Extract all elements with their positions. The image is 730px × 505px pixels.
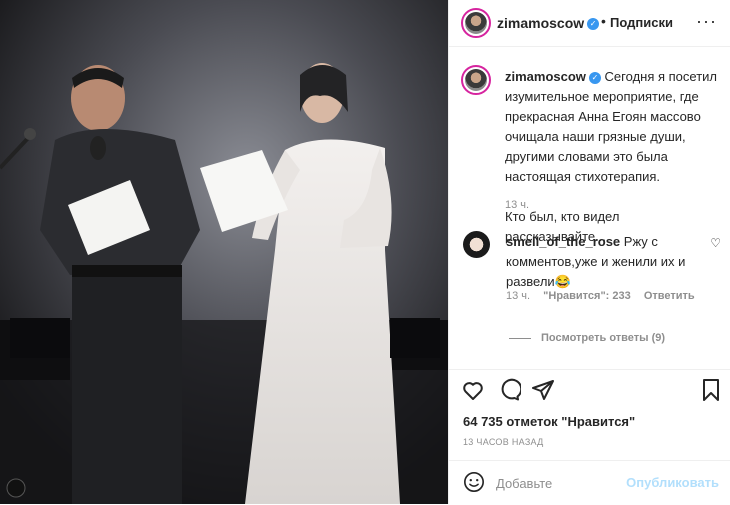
view-replies-button[interactable]: Посмотреть ответы (9) — [509, 332, 665, 344]
author-username-wrap: zimamoscow ✓ — [497, 15, 600, 33]
bookmark-icon[interactable] — [699, 378, 723, 402]
verified-icon: ✓ — [588, 71, 601, 84]
author-avatar[interactable] — [461, 8, 491, 38]
post-panel: zimamoscow ✓ • Подписки ··· zimamoscow ✓ С… — [448, 0, 730, 504]
post-photo[interactable] — [0, 0, 448, 504]
stage-photo — [0, 0, 448, 504]
caption-avatar[interactable] — [461, 65, 491, 95]
comment: smell_of_the_rose Ржу с комментов,уже и … — [506, 232, 706, 292]
following-button[interactable]: Подписки — [610, 15, 673, 30]
comment-icon[interactable] — [497, 378, 521, 402]
comment-like-heart-icon[interactable]: ♡ — [710, 236, 721, 250]
caption: zimamoscow ✓ Сегодня я посетил изумительн… — [505, 67, 719, 247]
comment-meta: 13 ч. "Нравится": 233 Ответить — [506, 290, 705, 302]
verified-icon: ✓ — [587, 17, 600, 30]
reply-button[interactable]: Ответить — [644, 290, 695, 302]
caption-text: Сегодня я посетил изумительное мероприят… — [505, 69, 718, 184]
comments-list[interactable]: zimamoscow ✓ Сегодня я посетил изумительн… — [449, 47, 730, 369]
action-bar — [449, 369, 730, 416]
replies-divider — [509, 337, 531, 339]
separator-dot: • — [601, 13, 606, 29]
more-icon[interactable]: ··· — [696, 11, 717, 32]
publish-button[interactable]: Опубликовать — [626, 475, 719, 490]
post-header: zimamoscow ✓ • Подписки ··· — [449, 0, 730, 47]
caption-time[interactable]: 13 ч. — [505, 199, 529, 211]
likes-count[interactable]: 64 735 отметок "Нравится" — [463, 414, 635, 429]
add-comment-input[interactable] — [496, 472, 626, 494]
posted-time[interactable]: 13 ЧАСОВ НАЗАД — [463, 437, 544, 447]
caption-username[interactable]: zimamoscow — [505, 69, 586, 84]
view-replies-label: Посмотреть ответы (9) — [541, 332, 666, 344]
add-comment-bar: Опубликовать — [449, 460, 730, 505]
comment-time[interactable]: 13 ч. — [506, 290, 530, 302]
comment-likes[interactable]: "Нравится": 233 — [543, 290, 631, 302]
emoji-icon[interactable] — [463, 471, 485, 493]
heart-icon[interactable] — [461, 378, 485, 402]
commenter-username[interactable]: smell_of_the_rose — [506, 234, 620, 249]
commenter-avatar[interactable] — [463, 231, 490, 258]
author-username[interactable]: zimamoscow — [497, 15, 584, 31]
share-icon[interactable] — [531, 378, 555, 402]
